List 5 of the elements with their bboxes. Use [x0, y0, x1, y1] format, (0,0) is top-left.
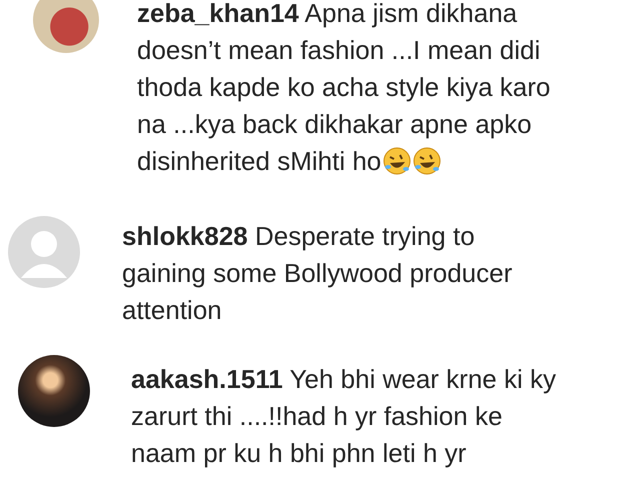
laughing-face-icon — [383, 147, 412, 175]
comment-text: aakash.1511 Yeh bhi wear krne ki ky zarurt thi ....!!had h yr fashion ke naam pr ku h bhi phn leti h yr — [131, 363, 556, 470]
comment-text: shlokk828 Desperate trying to gaining some Bollywood producer attention — [122, 220, 512, 327]
laughing-face-icon — [413, 147, 442, 175]
comment-text: zeba_khan14 Apna jism dikhana doesn’t mean fashion ...I mean didi thoda kapde ko acha style kiya karo na ...kya back dikhakar apne apko disinherited sMihti ho — [137, 0, 550, 178]
